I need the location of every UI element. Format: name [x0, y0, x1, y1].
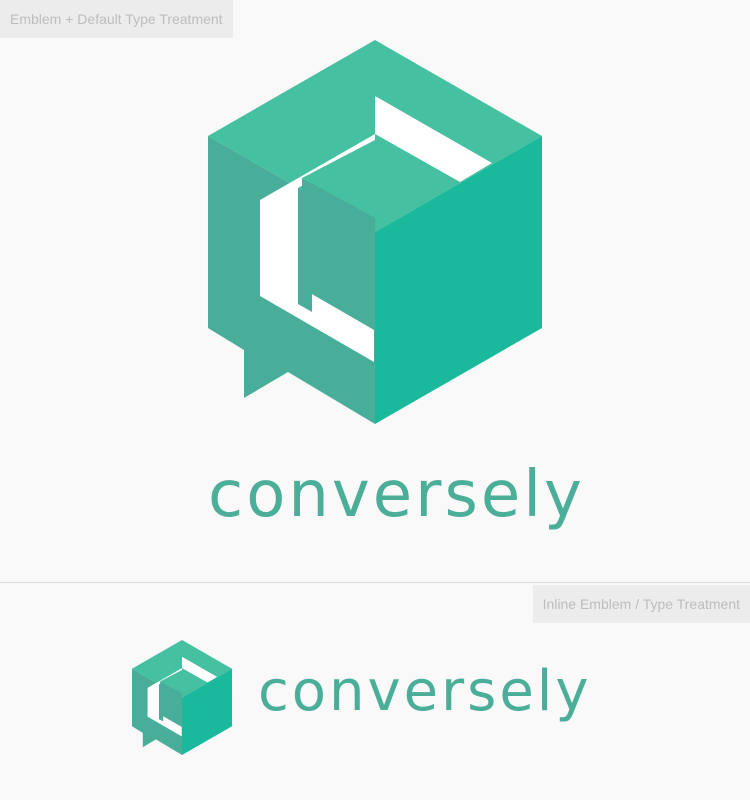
wordmark-inline: conversely — [258, 659, 592, 724]
primary-lockup-caption: Emblem + Default Type Treatment — [0, 0, 233, 38]
conversely-emblem-large-icon — [208, 40, 542, 424]
wordmark-large: conversely — [208, 458, 585, 532]
conversely-emblem-small-icon — [131, 640, 233, 755]
inline-lockup-caption: Inline Emblem / Type Treatment — [532, 585, 750, 623]
